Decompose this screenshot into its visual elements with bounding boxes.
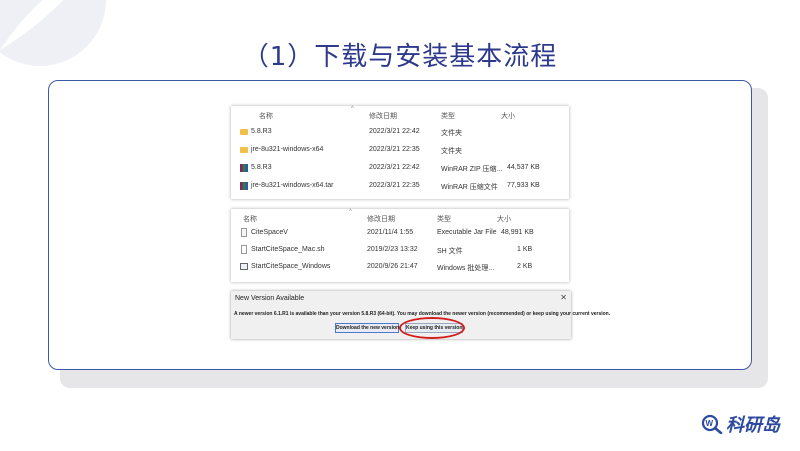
- folder-icon: [240, 147, 248, 153]
- file-type: SH 文件: [437, 248, 463, 255]
- file-name: StartCiteSpace_Mac.sh: [251, 246, 325, 253]
- svg-text:W: W: [706, 419, 714, 428]
- file-name: StartCiteSpace_Windows: [251, 263, 331, 270]
- file-type: WinRAR 压缩文件: [441, 184, 498, 191]
- file-name: CiteSpaceV: [251, 229, 288, 236]
- column-header-size[interactable]: 大小: [497, 214, 511, 224]
- brand-magnifier-icon: W: [701, 414, 723, 434]
- file-size: 1 KB: [517, 246, 533, 253]
- column-header-name[interactable]: 名称: [259, 111, 273, 121]
- sort-up-icon: ^: [351, 106, 354, 112]
- download-new-version-button[interactable]: Download the new version: [335, 323, 399, 333]
- file-row[interactable]: StartCiteSpace_Mac.sh 2019/2/23 13:32 SH…: [231, 245, 569, 257]
- file-name: jre-8u321-windows-x64.tar: [251, 182, 334, 189]
- file-row[interactable]: 5.8.R3 2022/3/21 22:42 WinRAR ZIP 压缩... …: [231, 163, 569, 175]
- file-type: Executable Jar File: [437, 229, 497, 236]
- dialog-message: A newer version 6.1.R1 is available than…: [234, 311, 611, 317]
- folder-icon: [240, 129, 248, 135]
- file-explorer-list-2: ^ 名称 修改日期 类型 大小 CiteSpaceV 2021/11/4 1:5…: [231, 209, 569, 282]
- column-header-size[interactable]: 大小: [501, 111, 515, 121]
- file-type: 文件夹: [441, 148, 462, 155]
- brand-name: 科研岛: [726, 415, 780, 436]
- file-type: 文件夹: [441, 130, 462, 137]
- close-icon[interactable]: ✕: [560, 293, 567, 302]
- file-date: 2020/9/26 21:47: [367, 263, 418, 270]
- slide-title: （1）下载与安装基本流程: [242, 42, 558, 72]
- file-size: 77,933 KB: [507, 182, 540, 189]
- file-type: WinRAR ZIP 压缩...: [441, 166, 503, 173]
- file-explorer-list-1: ^ 名称 修改日期 类型 大小 5.8.R3 2022/3/21 22:42 文…: [231, 106, 569, 199]
- file-name: 5.8.R3: [251, 164, 272, 171]
- file-size: 44,537 KB: [507, 164, 540, 171]
- column-header-name[interactable]: 名称: [243, 214, 257, 224]
- column-header-type[interactable]: 类型: [441, 111, 455, 121]
- file-size: 48,991 KB: [501, 229, 534, 236]
- column-header-type[interactable]: 类型: [437, 214, 451, 224]
- file-row[interactable]: jre-8u321-windows-x64.tar 2022/3/21 22:3…: [231, 181, 569, 193]
- content-card: ^ 名称 修改日期 类型 大小 5.8.R3 2022/3/21 22:42 文…: [48, 80, 752, 370]
- winrar-icon: [240, 164, 248, 172]
- file-size: 2 KB: [517, 263, 533, 270]
- file-row[interactable]: 5.8.R3 2022/3/21 22:42 文件夹: [231, 127, 569, 139]
- jar-icon: [241, 228, 247, 237]
- column-header-date[interactable]: 修改日期: [367, 214, 395, 224]
- winrar-icon: [240, 182, 248, 190]
- dialog-title: New Version Available: [235, 295, 305, 302]
- column-header-date[interactable]: 修改日期: [369, 111, 397, 121]
- file-date: 2022/3/21 22:35: [369, 182, 420, 189]
- file-row[interactable]: StartCiteSpace_Windows 2020/9/26 21:47 W…: [231, 262, 569, 274]
- file-date: 2019/2/23 13:32: [367, 246, 418, 253]
- batch-icon: [240, 263, 248, 270]
- highlight-circle: [399, 317, 465, 339]
- sort-up-icon: ^: [349, 209, 352, 215]
- brand-logo: W 科研岛: [701, 411, 780, 437]
- file-date: 2022/3/21 22:42: [369, 164, 420, 171]
- file-row[interactable]: jre-8u321-windows-x64 2022/3/21 22:35 文件…: [231, 145, 569, 157]
- file-date: 2022/3/21 22:42: [369, 128, 420, 135]
- file-date: 2021/11/4 1:55: [367, 229, 414, 236]
- file-name: 5.8.R3: [251, 128, 272, 135]
- file-type: Windows 批处理...: [437, 265, 495, 272]
- file-name: jre-8u321-windows-x64: [251, 146, 324, 153]
- file-date: 2022/3/21 22:35: [369, 146, 420, 153]
- file-icon: [241, 245, 247, 254]
- file-row[interactable]: CiteSpaceV 2021/11/4 1:55 Executable Jar…: [231, 228, 569, 240]
